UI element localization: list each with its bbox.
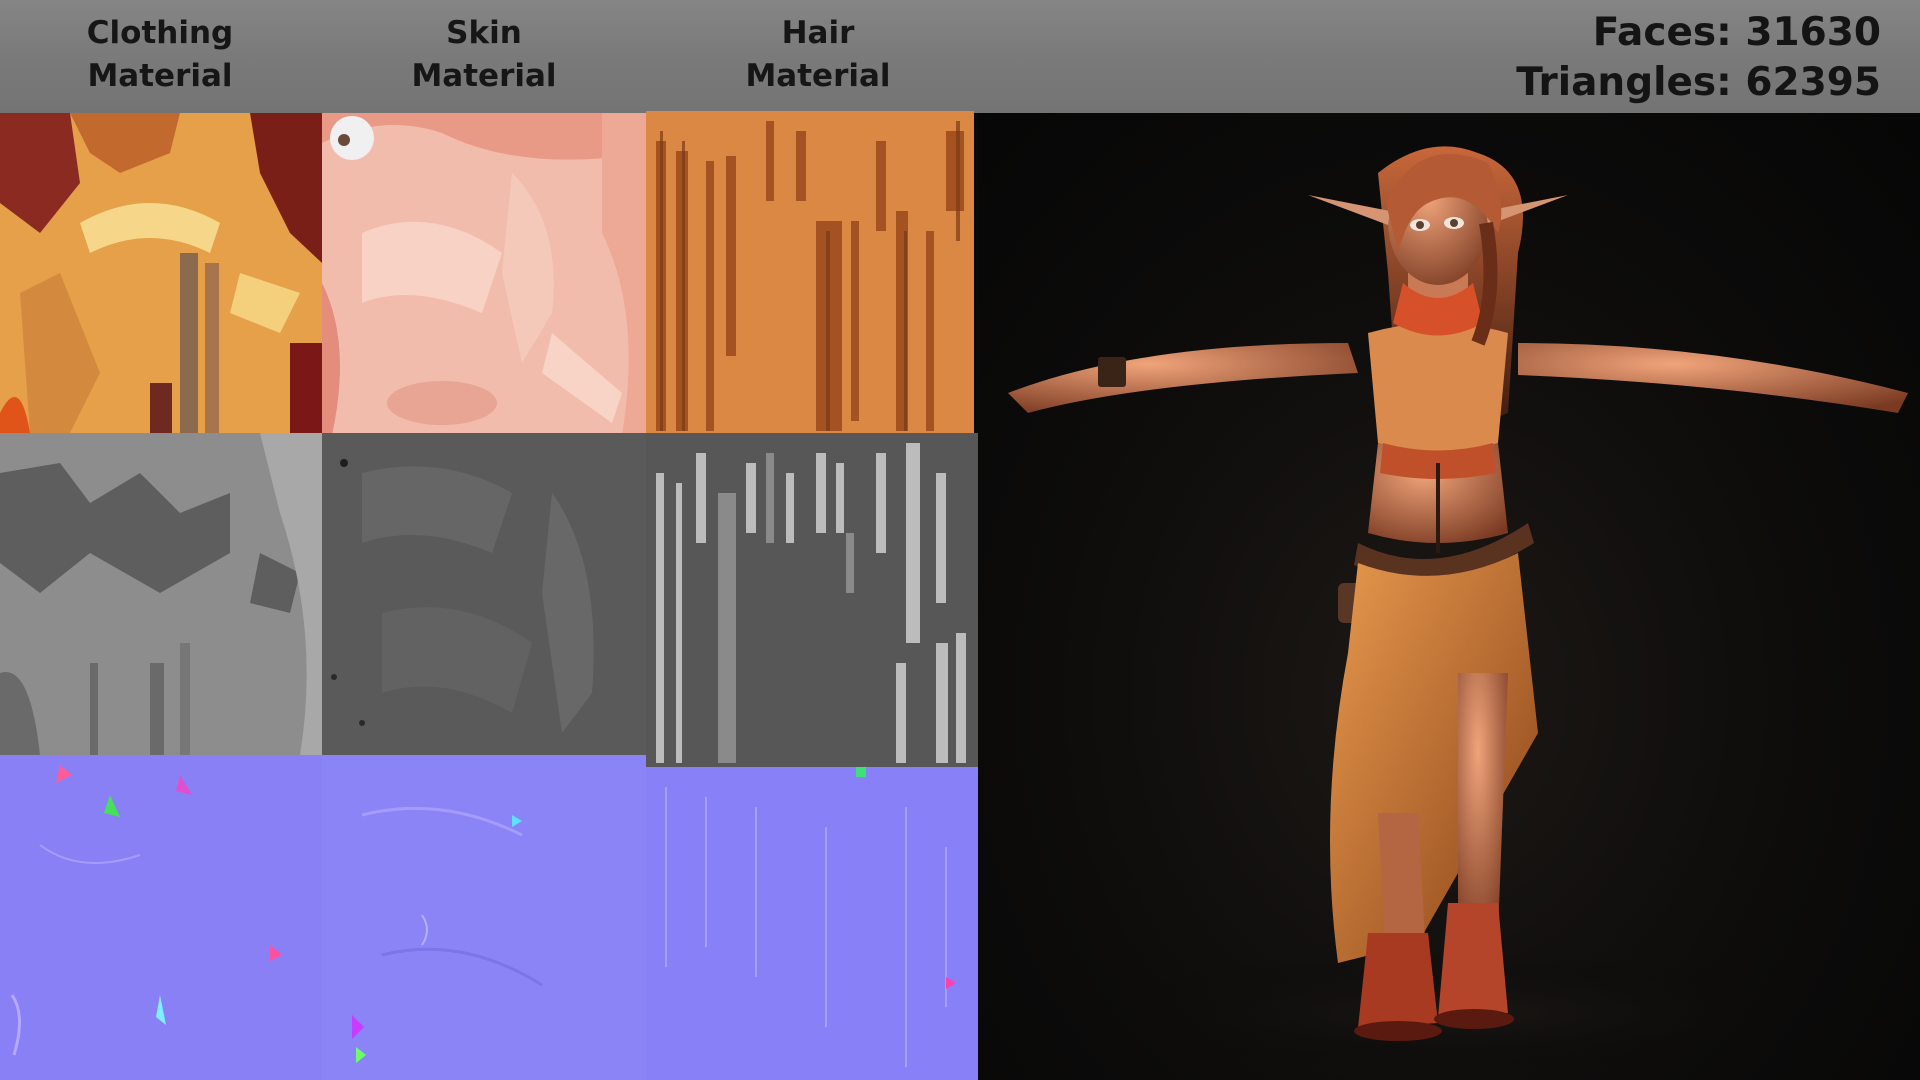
column-title-hair: Hair Material (745, 15, 891, 94)
character-preview-viewport[interactable] (978, 113, 1920, 1080)
hair-roughness-map (646, 433, 978, 767)
clothing-albedo-map (0, 113, 322, 433)
skin-normal-map (322, 755, 646, 1080)
column-title-skin: Skin Material (411, 15, 557, 94)
skin-roughness-map (322, 433, 646, 761)
mesh-stats: Faces: 31630 Triangles: 62395 (1516, 8, 1881, 108)
hair-albedo-map (646, 111, 974, 433)
header-bar: Clothing Material Skin Material Hair Mat… (0, 0, 1920, 113)
clothing-normal-map (0, 755, 322, 1080)
character-model-render (1008, 146, 1908, 1073)
clothing-roughness-map (0, 433, 322, 755)
skin-albedo-map (322, 113, 646, 435)
column-title-clothing: Clothing Material (86, 15, 234, 94)
triangles-count: Triangles: 62395 (1516, 60, 1881, 105)
hair-normal-map (646, 767, 978, 1080)
faces-count: Faces: 31630 (1592, 10, 1881, 55)
